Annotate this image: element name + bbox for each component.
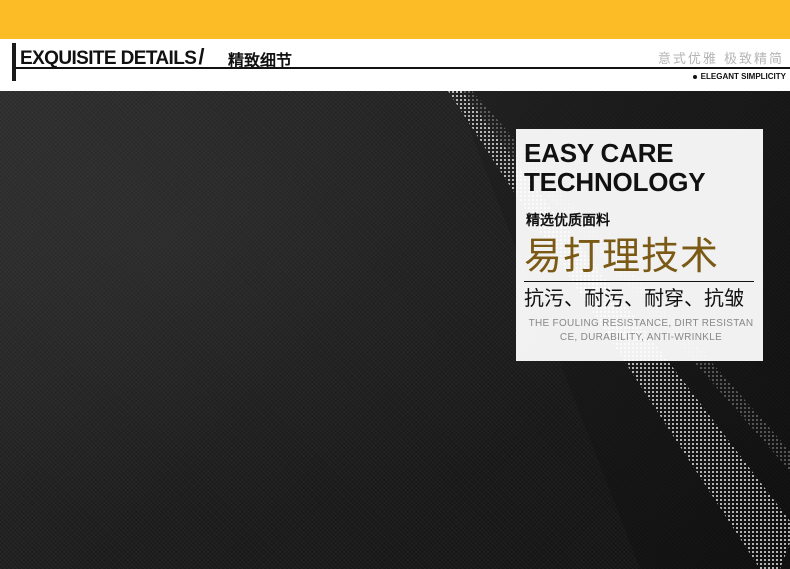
- slogan-en-text: ELEGANT SIMPLICITY: [700, 72, 786, 81]
- card-headline: 易打理技术: [524, 234, 720, 278]
- card-description-line2: CE, DURABILITY, ANTI-WRINKLE: [559, 332, 723, 343]
- header-accent-bar: [12, 43, 16, 81]
- card-title-line2: TECHNOLOGY: [524, 167, 706, 197]
- section-header: EXQUISITE DETAILS/ 精致细节 意式优雅 极致精简 ELEGAN…: [0, 39, 790, 91]
- slogan-en: ELEGANT SIMPLICITY: [692, 72, 786, 81]
- feature-card: EASY CARE TECHNOLOGY 精选优质面料 易打理技术 抗污、耐污、…: [516, 129, 763, 361]
- card-description: THE FOULING RESISTANCE, DIRT RESISTAN CE…: [522, 317, 760, 345]
- top-color-bar: [0, 0, 790, 39]
- title-slash: /: [198, 44, 204, 69]
- card-title-line1: EASY CARE: [524, 138, 674, 168]
- card-description-line1: THE FOULING RESISTANCE, DIRT RESISTAN: [528, 318, 754, 329]
- card-title: EASY CARE TECHNOLOGY: [524, 138, 706, 197]
- card-features: 抗污、耐污、耐穿、抗皱: [524, 286, 744, 310]
- card-divider: [524, 281, 754, 282]
- slogan-cn: 意式优雅 极致精简: [657, 52, 784, 67]
- section-title-en-text: EXQUISITE DETAILS: [20, 48, 197, 69]
- header-divider: [16, 67, 790, 69]
- bullet-dot-icon: [692, 74, 697, 79]
- card-subtitle: 精选优质面料: [526, 213, 610, 229]
